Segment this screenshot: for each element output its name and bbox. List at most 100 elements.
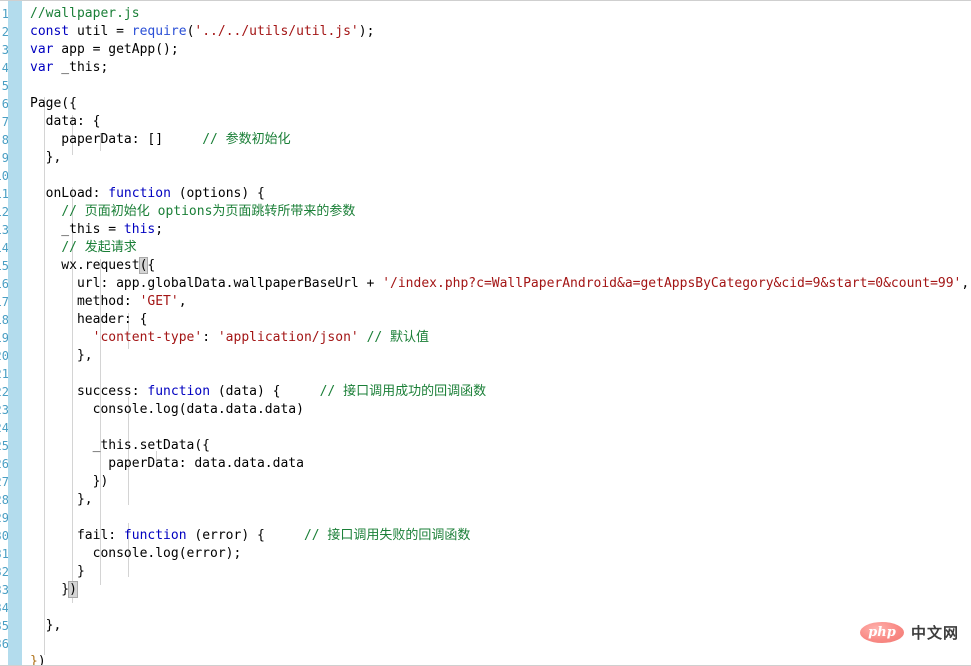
code-token-plain: _this = bbox=[30, 222, 124, 237]
line-number: 33 bbox=[0, 581, 8, 599]
code-token-plain: (data) { bbox=[210, 384, 320, 399]
code-line[interactable]: } bbox=[30, 563, 969, 581]
line-number: 14 bbox=[0, 239, 8, 257]
line-number: 19 bbox=[0, 329, 8, 347]
code-token-plain: url: app.globalData.wallpaperBaseUrl + bbox=[30, 276, 383, 291]
line-number: 26 bbox=[0, 455, 8, 473]
line-number: 31 bbox=[0, 545, 8, 563]
code-surface[interactable]: //wallpaper.js const util = require('../.… bbox=[22, 1, 971, 665]
line-number: 27 bbox=[0, 473, 8, 491]
line-number: 11 bbox=[0, 185, 8, 203]
line-number: 36 bbox=[0, 635, 8, 653]
code-line[interactable] bbox=[30, 419, 969, 437]
editor-change-strip[interactable] bbox=[8, 1, 22, 665]
code-token-comment: // 接口调用失败的回调函数 bbox=[303, 528, 471, 543]
code-line[interactable] bbox=[30, 599, 969, 617]
code-line[interactable]: onLoad: function (options) { bbox=[30, 185, 969, 203]
code-token-comment: // 接口调用成功的回调函数 bbox=[319, 384, 487, 399]
code-token-plain: }, bbox=[30, 150, 62, 165]
code-token-keyword: var bbox=[30, 42, 54, 57]
php-logo-label: php bbox=[868, 625, 896, 640]
line-number: 32 bbox=[0, 563, 8, 581]
code-token-keyword: function bbox=[147, 384, 211, 399]
code-line[interactable]: var app = getApp(); bbox=[30, 41, 969, 59]
code-line[interactable]: paperData: data.data.data bbox=[30, 455, 969, 473]
line-number: 24 bbox=[0, 419, 8, 437]
php-logo-icon: php bbox=[859, 622, 904, 643]
line-number: 5 bbox=[0, 77, 8, 95]
code-line[interactable]: Page({ bbox=[30, 95, 969, 113]
code-line[interactable]: url: app.globalData.wallpaperBaseUrl + '… bbox=[30, 275, 969, 293]
code-line[interactable]: method: 'GET', bbox=[30, 293, 969, 311]
code-token-plain: wx.request bbox=[30, 258, 140, 273]
code-line[interactable] bbox=[30, 77, 969, 95]
code-line[interactable] bbox=[30, 167, 969, 185]
code-line[interactable]: success: function (data) { // 接口调用成功的回调函… bbox=[30, 383, 969, 401]
code-token-plain: success: bbox=[30, 384, 148, 399]
code-line[interactable] bbox=[30, 509, 969, 527]
code-line[interactable]: }) bbox=[30, 581, 969, 599]
code-token-string: 'GET' bbox=[139, 294, 179, 309]
code-line[interactable]: _this.setData({ bbox=[30, 437, 969, 455]
code-line[interactable]: fail: function (error) { // 接口调用失败的回调函数 bbox=[30, 527, 969, 545]
line-number: 34 bbox=[0, 599, 8, 617]
code-line[interactable]: }) bbox=[30, 653, 969, 665]
code-token-keyword: var bbox=[30, 60, 54, 75]
code-token-plain: console.log(error); bbox=[30, 546, 242, 561]
line-number: 30 bbox=[0, 527, 8, 545]
code-line[interactable] bbox=[30, 635, 969, 653]
code-line[interactable]: paperData: [] // 参数初始化 bbox=[30, 131, 969, 149]
line-number: 10 bbox=[0, 167, 8, 185]
code-token-keyword: this bbox=[123, 222, 156, 237]
code-editor-window: 1234567891011121314151617181920212223242… bbox=[0, 0, 971, 666]
line-number: 21 bbox=[0, 365, 8, 383]
code-line[interactable]: data: { bbox=[30, 113, 969, 131]
code-token-comment: //wallpaper.js bbox=[30, 6, 140, 21]
code-token-plain: }, bbox=[30, 348, 93, 363]
code-token-plain: }, bbox=[30, 618, 62, 633]
line-number: 9 bbox=[0, 149, 8, 167]
code-token-plain: } bbox=[30, 582, 70, 597]
code-token-plain: , bbox=[178, 294, 187, 309]
code-line[interactable]: header: { bbox=[30, 311, 969, 329]
line-number: 22 bbox=[0, 383, 8, 401]
code-line[interactable]: const util = require('../../utils/util.j… bbox=[30, 23, 969, 41]
code-token-keyword: const bbox=[30, 24, 70, 39]
code-token-comment: // 参数初始化 bbox=[202, 132, 291, 147]
code-token-plain: { bbox=[147, 258, 156, 273]
code-line[interactable]: 'content-type': 'application/json' // 默认… bbox=[30, 329, 969, 347]
code-line[interactable]: }, bbox=[30, 149, 969, 167]
line-number: 6 bbox=[0, 95, 8, 113]
line-number-gutter: 1234567891011121314151617181920212223242… bbox=[0, 1, 8, 665]
code-token-comment: // 发起请求 bbox=[61, 240, 137, 255]
code-line[interactable]: // 页面初始化 options为页面跳转所带来的参数 bbox=[30, 203, 969, 221]
code-text[interactable]: //wallpaper.js const util = require('../.… bbox=[30, 5, 969, 665]
code-line[interactable]: wx.request({ bbox=[30, 257, 969, 275]
code-token-plain: console.log(data.data.data) bbox=[30, 402, 304, 417]
line-number: 1 bbox=[0, 5, 8, 23]
code-token-plain: app = getApp(); bbox=[53, 42, 179, 57]
code-token-plain: Page({ bbox=[30, 96, 77, 111]
code-token-plain: util = bbox=[69, 24, 132, 39]
line-number: 35 bbox=[0, 617, 8, 635]
code-token-plain: header: { bbox=[30, 312, 148, 327]
code-line[interactable]: console.log(data.data.data) bbox=[30, 401, 969, 419]
code-line[interactable]: }) bbox=[30, 473, 969, 491]
code-token-comment: // 默认值 bbox=[366, 330, 430, 345]
code-token-string: 'application/json' bbox=[217, 330, 359, 345]
line-number: 18 bbox=[0, 311, 8, 329]
line-number: 20 bbox=[0, 347, 8, 365]
code-line[interactable]: }, bbox=[30, 617, 969, 635]
code-token-plain: paperData: [] bbox=[30, 132, 203, 147]
code-line[interactable]: //wallpaper.js bbox=[30, 5, 969, 23]
code-line[interactable] bbox=[30, 365, 969, 383]
code-line[interactable]: }, bbox=[30, 347, 969, 365]
code-line[interactable]: // 发起请求 bbox=[30, 239, 969, 257]
code-line[interactable]: }, bbox=[30, 491, 969, 509]
code-token-plain: _this; bbox=[53, 60, 109, 75]
code-line[interactable]: var _this; bbox=[30, 59, 969, 77]
line-number: 25 bbox=[0, 437, 8, 455]
code-line[interactable]: _this = this; bbox=[30, 221, 969, 239]
code-line[interactable]: console.log(error); bbox=[30, 545, 969, 563]
